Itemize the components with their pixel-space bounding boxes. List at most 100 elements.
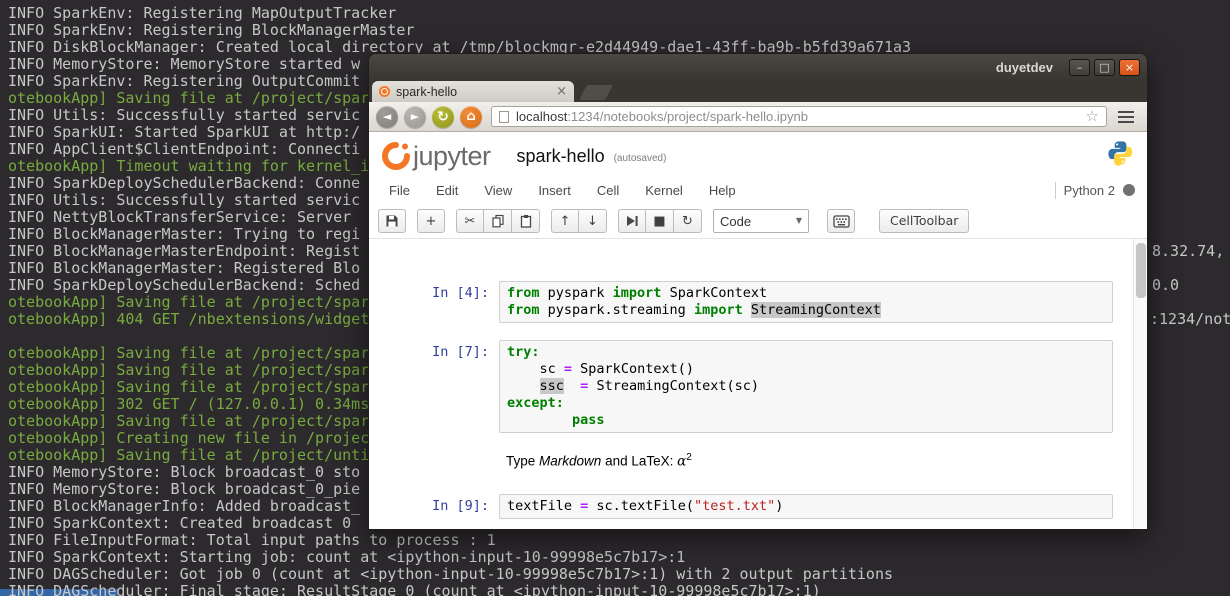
code-text: textFile (507, 497, 581, 514)
address-bar[interactable]: localhost :1234/notebooks/project/spark-… (491, 106, 1107, 127)
add-cell-button[interactable]: + (417, 209, 445, 233)
terminal-line: INFO SparkEnv: Registering BlockManagerM… (8, 21, 415, 39)
restart-kernel-button[interactable]: ↻ (674, 209, 702, 233)
code-input[interactable]: try: sc = SparkContext() ssc = Streaming… (499, 340, 1113, 433)
markdown-italic: Markdown (539, 453, 602, 469)
kernel-name: Python 2 (1063, 182, 1115, 198)
paste-cell-button[interactable] (512, 209, 540, 233)
url-path: :1234/notebooks/project/spark-hello.ipyn… (567, 109, 808, 124)
jupyter-logo[interactable]: jupyter (381, 141, 491, 172)
autosave-status: (autosaved) (613, 152, 667, 164)
jupyter-logo-icon (382, 142, 410, 170)
input-prompt: In [4]: (432, 285, 489, 301)
terminal-line: INFO SparkContext: Starting job: count a… (8, 548, 686, 566)
notebook-header: jupyter spark-hello (autosaved) (369, 132, 1147, 176)
back-button[interactable]: ◄ (376, 105, 398, 128)
keyword: import (612, 285, 662, 301)
code-text: pyspark (539, 285, 613, 301)
move-cell-up-button[interactable]: ↑ (551, 209, 579, 233)
chevron-down-icon: ▼ (795, 216, 802, 225)
terminal-line: INFO FileInputFormat: Total input paths … (8, 531, 496, 549)
window-titlebar[interactable]: duyetdev – □ × (369, 54, 1147, 80)
markdown-text: Type (506, 453, 540, 469)
paste-icon (520, 215, 531, 228)
input-prompt (369, 450, 499, 470)
keyword: from (507, 302, 540, 318)
floppy-icon (386, 215, 398, 227)
notebook-scrollbar[interactable] (1133, 239, 1147, 529)
code-cell: In [4]: from pyspark import SparkContext… (369, 281, 1133, 323)
run-cell-button[interactable] (618, 209, 646, 233)
code-text: pyspark.streaming (539, 302, 694, 318)
notebook-body: In [4]: from pyspark import SparkContext… (369, 239, 1147, 529)
tab-close-icon[interactable]: × (556, 85, 567, 98)
maximize-button[interactable]: □ (1094, 58, 1115, 76)
code-text: SparkContext() (572, 361, 694, 377)
input-prompt: In [9]: (432, 497, 489, 514)
latex-exponent: 2 (686, 452, 692, 463)
terminal-line: INFO DAGScheduler: Final stage: ResultSt… (8, 582, 821, 596)
reload-button[interactable]: ↻ (432, 105, 454, 128)
highlighted-token: ssc (539, 378, 564, 394)
menu-file[interactable]: File (376, 179, 423, 202)
desktop: INFO SparkEnv: Registering MapOutputTrac… (0, 0, 1230, 596)
input-prompt: In [7]: (432, 344, 489, 360)
jupyter-page: jupyter spark-hello (autosaved) File Edi… (369, 132, 1147, 529)
new-tab-button[interactable] (579, 85, 613, 100)
code-text: sc (507, 361, 564, 377)
cell-toolbar-button[interactable]: CellToolbar (879, 209, 970, 233)
scrollbar-thumb[interactable] (1136, 243, 1146, 298)
keyword: except: (507, 395, 564, 411)
menu-view[interactable]: View (471, 179, 525, 202)
keyword: try: (507, 344, 540, 360)
latex-alpha: α (677, 453, 687, 470)
cell-type-value: Code (720, 213, 752, 229)
menu-help[interactable]: Help (696, 179, 749, 202)
cut-cell-button[interactable]: ✂ (456, 209, 484, 233)
close-button[interactable]: × (1119, 58, 1140, 76)
code-cell: In [7]: try: sc = SparkContext() ssc = S… (369, 340, 1133, 433)
run-icon (627, 216, 638, 226)
notebook-toolbar: + ✂ ↑ ↓ ■ ↻ Code ▼ CellToolbar (369, 204, 1147, 239)
notebook-menubar: File Edit View Insert Cell Kernel Help P… (369, 176, 1147, 204)
menu-insert[interactable]: Insert (525, 179, 584, 202)
home-button[interactable]: ⌂ (460, 105, 482, 128)
command-palette-button[interactable] (827, 209, 855, 233)
minimize-button[interactable]: – (1069, 58, 1090, 76)
kernel-indicator: Python 2 (1054, 181, 1135, 199)
tab-strip: spark-hello × (369, 80, 1147, 102)
tab-title: spark-hello (396, 84, 458, 99)
cell-type-select[interactable]: Code ▼ (713, 209, 809, 233)
code-input[interactable]: textFile = sc.textFile("test.txt") (499, 493, 1113, 519)
code-cell: In [9]: textFile = sc.textFile("test.txt… (369, 493, 1133, 519)
code-text: SparkContext (661, 285, 768, 301)
page-icon (499, 110, 509, 123)
browser-tab[interactable]: spark-hello × (372, 81, 574, 102)
browser-menu-icon[interactable] (1112, 106, 1140, 128)
keyword: import (693, 302, 743, 318)
menu-cell[interactable]: Cell (584, 179, 632, 202)
code-input[interactable]: from pyspark import SparkContext from pys… (499, 281, 1113, 323)
keyboard-icon (832, 214, 850, 228)
save-button[interactable] (378, 209, 406, 233)
notebook-title[interactable]: spark-hello (517, 146, 605, 167)
code-text: StreamingContext(sc) (588, 378, 759, 394)
move-cell-down-button[interactable]: ↓ (579, 209, 607, 233)
terminal-line: INFO DAGScheduler: Got job 0 (count at <… (8, 565, 894, 583)
markdown-cell[interactable]: Type Markdown and LaTeX: α2 (369, 450, 1133, 470)
stop-kernel-button[interactable]: ■ (646, 209, 674, 233)
forward-button[interactable]: ► (404, 105, 426, 128)
operator: = (563, 361, 573, 377)
highlighted-token: StreamingContext (750, 302, 881, 318)
browser-window: duyetdev – □ × spark-hello × ◄ ► ↻ ⌂ loc… (368, 53, 1148, 530)
copy-cell-button[interactable] (484, 209, 512, 233)
menu-edit[interactable]: Edit (423, 179, 471, 202)
bookmark-star-icon[interactable]: ☆ (1086, 109, 1099, 124)
browser-navbar: ◄ ► ↻ ⌂ localhost :1234/notebooks/projec… (369, 102, 1147, 132)
divider (1054, 181, 1056, 199)
keyword: pass (572, 412, 605, 428)
menu-kernel[interactable]: Kernel (632, 179, 696, 202)
terminal-fragment: 8.32.74, (1152, 242, 1225, 260)
